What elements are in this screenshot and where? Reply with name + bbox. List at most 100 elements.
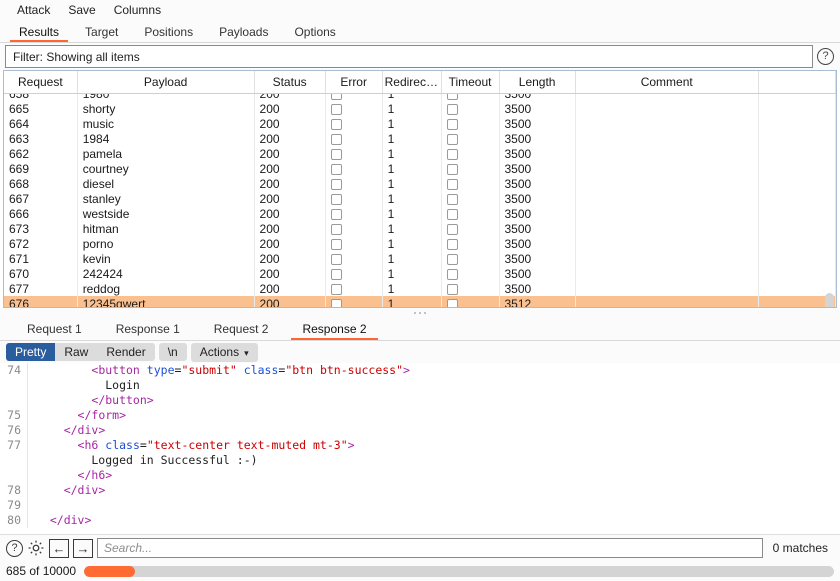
actions-button[interactable]: Actions▾ (191, 343, 258, 362)
checkbox-icon[interactable] (447, 299, 458, 307)
col-redirect[interactable]: Redirect... (382, 71, 441, 93)
checkbox-icon[interactable] (447, 239, 458, 250)
cell-timeout-checkbox[interactable] (441, 206, 499, 221)
checkbox-icon[interactable] (447, 179, 458, 190)
tab-positions[interactable]: Positions (131, 21, 206, 42)
checkbox-icon[interactable] (447, 94, 458, 100)
col-payload[interactable]: Payload (77, 71, 254, 93)
checkbox-icon[interactable] (331, 194, 342, 205)
tab-options[interactable]: Options (281, 21, 348, 42)
table-row[interactable]: 663198420013500 (4, 131, 836, 146)
cell-timeout-checkbox[interactable] (441, 296, 499, 307)
cell-timeout-checkbox[interactable] (441, 191, 499, 206)
checkbox-icon[interactable] (331, 134, 342, 145)
cell-error-checkbox[interactable] (325, 266, 382, 281)
checkbox-icon[interactable] (331, 179, 342, 190)
cell-error-checkbox[interactable] (325, 94, 382, 101)
table-row[interactable]: 658198020013500 (4, 94, 836, 101)
cell-error-checkbox[interactable] (325, 191, 382, 206)
checkbox-icon[interactable] (331, 254, 342, 265)
checkbox-icon[interactable] (447, 149, 458, 160)
search-input[interactable]: Search... (97, 538, 763, 558)
cell-error-checkbox[interactable] (325, 161, 382, 176)
table-row[interactable]: 668diesel20013500 (4, 176, 836, 191)
cell-timeout-checkbox[interactable] (441, 161, 499, 176)
cell-error-checkbox[interactable] (325, 251, 382, 266)
col-request[interactable]: Request (4, 71, 77, 93)
tab-response-2[interactable]: Response 2 (285, 318, 383, 340)
checkbox-icon[interactable] (447, 284, 458, 295)
checkbox-icon[interactable] (331, 209, 342, 220)
tab-results[interactable]: Results (6, 21, 72, 42)
checkbox-icon[interactable] (331, 164, 342, 175)
table-row[interactable]: 667stanley20013500 (4, 191, 836, 206)
checkbox-icon[interactable] (331, 284, 342, 295)
cell-timeout-checkbox[interactable] (441, 131, 499, 146)
checkbox-icon[interactable] (331, 269, 342, 280)
table-row[interactable]: 677reddog20013500 (4, 281, 836, 296)
cell-error-checkbox[interactable] (325, 296, 382, 307)
filter-field[interactable]: Filter: Showing all items (5, 45, 813, 68)
checkbox-icon[interactable] (447, 224, 458, 235)
view-mode-pretty[interactable]: Pretty (6, 343, 55, 361)
checkbox-icon[interactable] (331, 239, 342, 250)
table-row[interactable]: 67612345qwert20013512 (4, 296, 836, 307)
cell-timeout-checkbox[interactable] (441, 101, 499, 116)
table-row[interactable]: 662pamela20013500 (4, 146, 836, 161)
col-length[interactable]: Length (499, 71, 575, 93)
table-row[interactable]: 671kevin20013500 (4, 251, 836, 266)
arrow-left-icon[interactable]: ← (49, 539, 69, 558)
gear-icon[interactable] (27, 539, 45, 557)
response-body-viewer[interactable]: 74757677787980 <button type="submit" cla… (0, 363, 840, 535)
cell-error-checkbox[interactable] (325, 176, 382, 191)
tab-request-2[interactable]: Request 2 (197, 318, 286, 340)
cell-timeout-checkbox[interactable] (441, 236, 499, 251)
cell-timeout-checkbox[interactable] (441, 116, 499, 131)
cell-timeout-checkbox[interactable] (441, 266, 499, 281)
checkbox-icon[interactable] (447, 209, 458, 220)
col-extra[interactable] (758, 71, 835, 93)
menu-attack[interactable]: Attack (8, 0, 59, 21)
table-row[interactable]: 666westside20013500 (4, 206, 836, 221)
table-row[interactable]: 664music20013500 (4, 116, 836, 131)
col-timeout[interactable]: Timeout (441, 71, 499, 93)
checkbox-icon[interactable] (447, 119, 458, 130)
arrow-right-icon[interactable]: → (73, 539, 93, 558)
help-circle-icon[interactable]: ? (817, 48, 834, 65)
col-comment[interactable]: Comment (575, 71, 758, 93)
checkbox-icon[interactable] (447, 194, 458, 205)
cell-timeout-checkbox[interactable] (441, 94, 499, 101)
cell-error-checkbox[interactable] (325, 116, 382, 131)
pane-resize-handle[interactable] (0, 308, 840, 318)
cell-timeout-checkbox[interactable] (441, 176, 499, 191)
table-row[interactable]: 672porno20013500 (4, 236, 836, 251)
checkbox-icon[interactable] (447, 269, 458, 280)
checkbox-icon[interactable] (447, 164, 458, 175)
newline-toggle-button[interactable]: \n (159, 343, 187, 361)
help-circle-icon[interactable]: ? (6, 540, 23, 557)
table-row[interactable]: 665shorty20013500 (4, 101, 836, 116)
results-table[interactable]: Request Payload Status Error Redirect...… (3, 70, 837, 308)
scrollbar-thumb[interactable] (825, 293, 834, 308)
cell-error-checkbox[interactable] (325, 221, 382, 236)
cell-timeout-checkbox[interactable] (441, 146, 499, 161)
checkbox-icon[interactable] (331, 104, 342, 115)
tab-payloads[interactable]: Payloads (206, 21, 281, 42)
cell-error-checkbox[interactable] (325, 131, 382, 146)
cell-timeout-checkbox[interactable] (441, 281, 499, 296)
checkbox-icon[interactable] (447, 104, 458, 115)
checkbox-icon[interactable] (447, 134, 458, 145)
table-row[interactable]: 673hitman20013500 (4, 221, 836, 236)
cell-error-checkbox[interactable] (325, 206, 382, 221)
table-row[interactable]: 67024242420013500 (4, 266, 836, 281)
checkbox-icon[interactable] (331, 94, 342, 100)
checkbox-icon[interactable] (331, 119, 342, 130)
menu-save[interactable]: Save (59, 0, 104, 21)
cell-timeout-checkbox[interactable] (441, 251, 499, 266)
checkbox-icon[interactable] (331, 299, 342, 307)
col-status[interactable]: Status (254, 71, 325, 93)
menu-columns[interactable]: Columns (105, 0, 170, 21)
checkbox-icon[interactable] (331, 224, 342, 235)
cell-error-checkbox[interactable] (325, 281, 382, 296)
tab-target[interactable]: Target (72, 21, 131, 42)
